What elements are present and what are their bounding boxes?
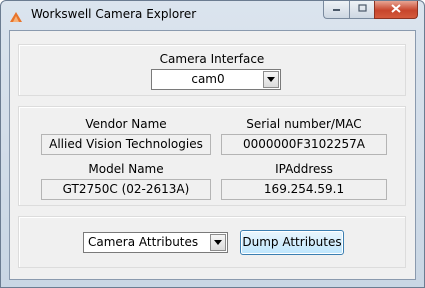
- vendor-name-label: Vendor Name: [85, 117, 167, 131]
- camera-info-group: Vendor Name Allied Vision Technologies S…: [18, 106, 406, 206]
- attributes-select[interactable]: Camera Attributes: [83, 232, 228, 253]
- attributes-select-value: Camera Attributes: [88, 235, 199, 249]
- maximize-button[interactable]: [349, 1, 374, 19]
- caption-buttons: [323, 1, 418, 20]
- camera-interface-group: Camera Interface cam0: [18, 44, 406, 96]
- model-name-label: Model Name: [88, 162, 164, 176]
- dump-attributes-button[interactable]: Dump Attributes: [240, 230, 344, 255]
- client-area: Camera Interface cam0 Vendor Name Allied…: [9, 30, 416, 280]
- camera-interface-value: cam0: [191, 72, 225, 86]
- minimize-button[interactable]: [323, 1, 349, 19]
- actions-group: Camera Attributes Dump Attributes: [18, 216, 406, 268]
- close-button[interactable]: [374, 1, 418, 19]
- serial-number-field: 0000000F3102257A: [221, 134, 387, 155]
- chevron-down-icon[interactable]: [263, 71, 279, 88]
- model-name-field: GT2750C (02-2613A): [41, 179, 211, 200]
- serial-number-label: Serial number/MAC: [246, 117, 362, 131]
- ip-address-label: IPAddress: [275, 162, 333, 176]
- vendor-name-field: Allied Vision Technologies: [41, 134, 211, 155]
- minimize-icon: [332, 4, 341, 15]
- ip-address-field: 169.254.59.1: [221, 179, 387, 200]
- title-bar[interactable]: Workswell Camera Explorer: [1, 1, 424, 29]
- close-icon: [391, 3, 401, 16]
- chevron-down-icon[interactable]: [210, 234, 226, 251]
- window-title: Workswell Camera Explorer: [31, 7, 197, 21]
- camera-interface-select[interactable]: cam0: [151, 69, 281, 90]
- maximize-icon: [357, 4, 367, 15]
- app-window: Workswell Camera Explorer Camera Interfa…: [0, 0, 425, 288]
- camera-interface-label: Camera Interface: [159, 52, 265, 66]
- workswell-logo-icon: [9, 8, 23, 22]
